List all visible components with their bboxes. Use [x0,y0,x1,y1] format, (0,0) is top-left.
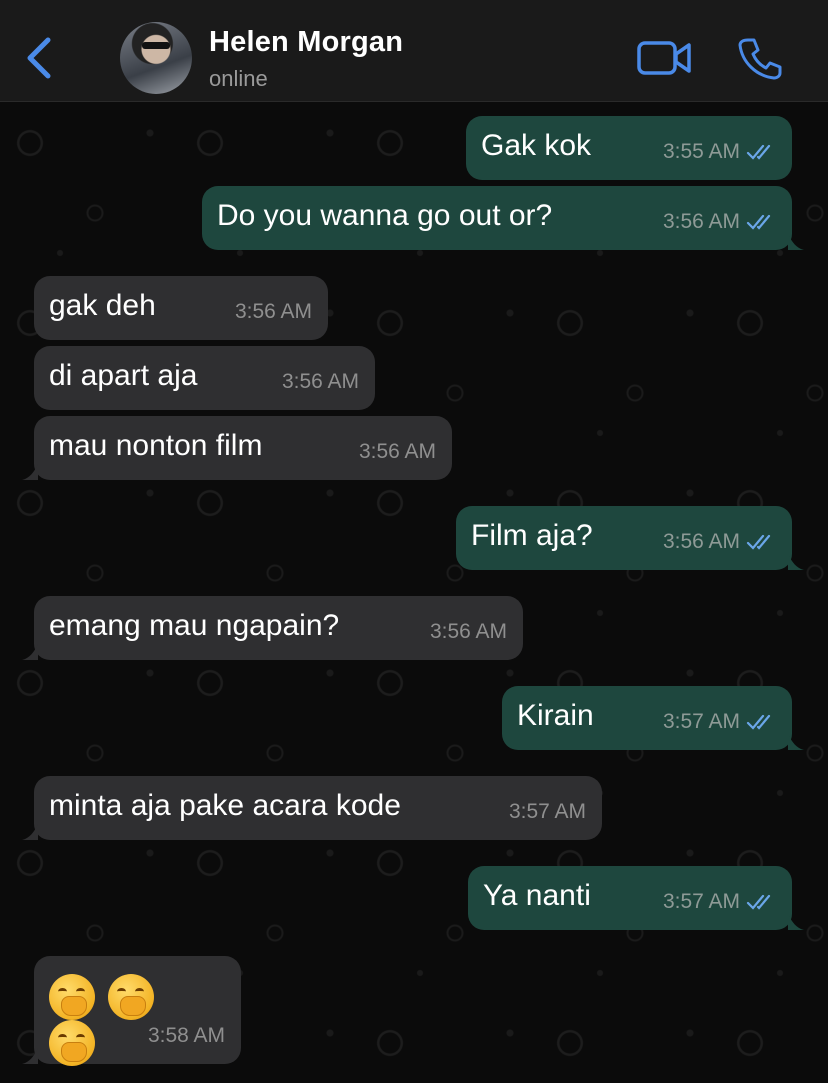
message-text: minta aja pake acara kode [49,789,401,822]
bubble-tail [788,734,804,750]
message-text: Kirain [517,699,594,732]
bubble-tail [22,644,38,660]
message-time: 3:57 AM [662,710,740,733]
message-time: 3:57 AM [508,800,586,823]
bubble-tail [22,1048,38,1064]
message-bubble-outgoing[interactable]: Kirain 3:57 AM [502,686,804,750]
message-bubble-outgoing[interactable]: Film aja? 3:56 AM [456,506,804,570]
double-check-icon [746,214,771,230]
bubble-tail [788,914,804,930]
yawning-face-icon [108,974,154,1020]
contact-status: online [209,66,268,91]
message-time: 3:58 AM [147,1024,225,1047]
message-text: emang mau ngapain? [49,609,340,642]
message-bubble-incoming[interactable]: emang mau ngapain? 3:56 AM [22,596,523,660]
message-time: 3:56 AM [662,530,740,553]
message-bubble-outgoing[interactable]: Ya nanti 3:57 AM [468,866,804,930]
message-time: 3:56 AM [358,440,436,463]
phone-icon[interactable] [738,36,782,80]
double-check-icon [746,144,771,160]
chevron-left-icon[interactable] [20,34,60,82]
message-text: Ya nanti [483,879,591,912]
message-time: 3:56 AM [429,620,507,643]
message-text: di apart aja [49,359,198,392]
message-bubble-incoming[interactable]: minta aja pake acara kode 3:57 AM [22,776,602,840]
message-bubble-outgoing[interactable]: Do you wanna go out or? 3:56 AM [202,186,804,250]
message-text: Gak kok [481,129,592,162]
message-text: gak deh [49,289,156,322]
bubble-tail [22,464,38,480]
double-check-icon [746,714,771,730]
avatar[interactable] [120,22,192,94]
message-bubble-incoming[interactable]: di apart aja 3:56 AM [34,346,375,410]
contact-name[interactable]: Helen Morgan [209,26,403,59]
message-time: 3:56 AM [662,210,740,233]
chat-area[interactable]: Gak kok 3:55 AM Do you wanna go out or? … [0,103,828,1083]
double-check-icon [746,894,771,910]
bubble-tail [788,234,804,250]
message-bubble-outgoing[interactable]: Gak kok 3:55 AM [466,116,792,180]
message-time: 3:56 AM [281,370,359,393]
message-text: mau nonton film [49,429,263,462]
yawning-face-icon [49,974,95,1020]
message-time: 3:57 AM [662,890,740,913]
message-text: Do you wanna go out or? [217,199,553,232]
double-check-icon [746,534,771,550]
message-text: Film aja? [471,519,593,552]
chat-header: Helen Morgan online [0,0,828,102]
message-bubble-incoming[interactable]: gak deh 3:56 AM [34,276,328,340]
yawning-face-icon [49,1020,95,1066]
avatar-glasses [142,42,170,49]
bubble-tail [22,824,38,840]
message-time: 3:55 AM [662,140,740,163]
message-bubble-incoming[interactable]: mau nonton film 3:56 AM [22,416,452,480]
message-bubble-incoming[interactable]: 3:58 AM [22,956,241,1066]
video-camera-icon[interactable] [636,38,692,78]
message-time: 3:56 AM [234,300,312,323]
bubble-tail [788,554,804,570]
